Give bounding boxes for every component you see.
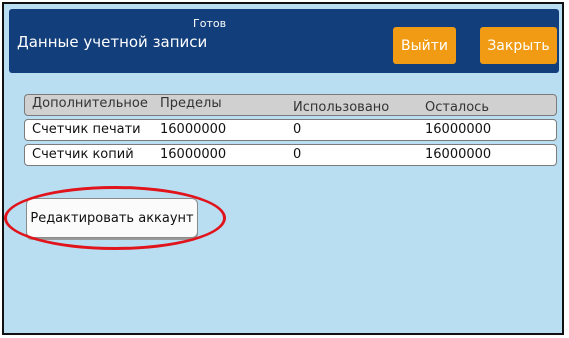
limit-value: 16000000 — [160, 122, 227, 137]
screen-frame: Готов Данные учетной записи Выйти Закрыт… — [2, 2, 564, 335]
table-row: Счетчик копий 16000000 0 16000000 — [24, 144, 557, 166]
page-title: Данные учетной записи — [17, 33, 208, 51]
used-value: 0 — [293, 122, 302, 137]
remaining-value: 16000000 — [425, 147, 492, 162]
limit-value: 16000000 — [160, 147, 227, 162]
close-button[interactable]: Закрыть — [480, 27, 557, 64]
column-header: Дополнительное — [32, 96, 148, 111]
row-label: Счетчик копий — [32, 147, 134, 162]
table-header: Дополнительное Пределы Использовано Оста… — [24, 94, 557, 116]
header-bar: Готов Данные учетной записи Выйти Закрыт… — [9, 9, 559, 73]
status-text: Готов — [193, 17, 227, 30]
column-header: Осталось — [425, 100, 489, 115]
remaining-value: 16000000 — [425, 122, 492, 137]
edit-account-button[interactable]: Редактировать аккаунт — [26, 198, 198, 238]
row-label: Счетчик печати — [32, 122, 141, 137]
logout-button[interactable]: Выйти — [393, 27, 456, 64]
column-header: Пределы — [160, 96, 222, 111]
column-header: Использовано — [293, 100, 390, 115]
table-row: Счетчик печати 16000000 0 16000000 — [24, 119, 557, 141]
used-value: 0 — [293, 147, 302, 162]
